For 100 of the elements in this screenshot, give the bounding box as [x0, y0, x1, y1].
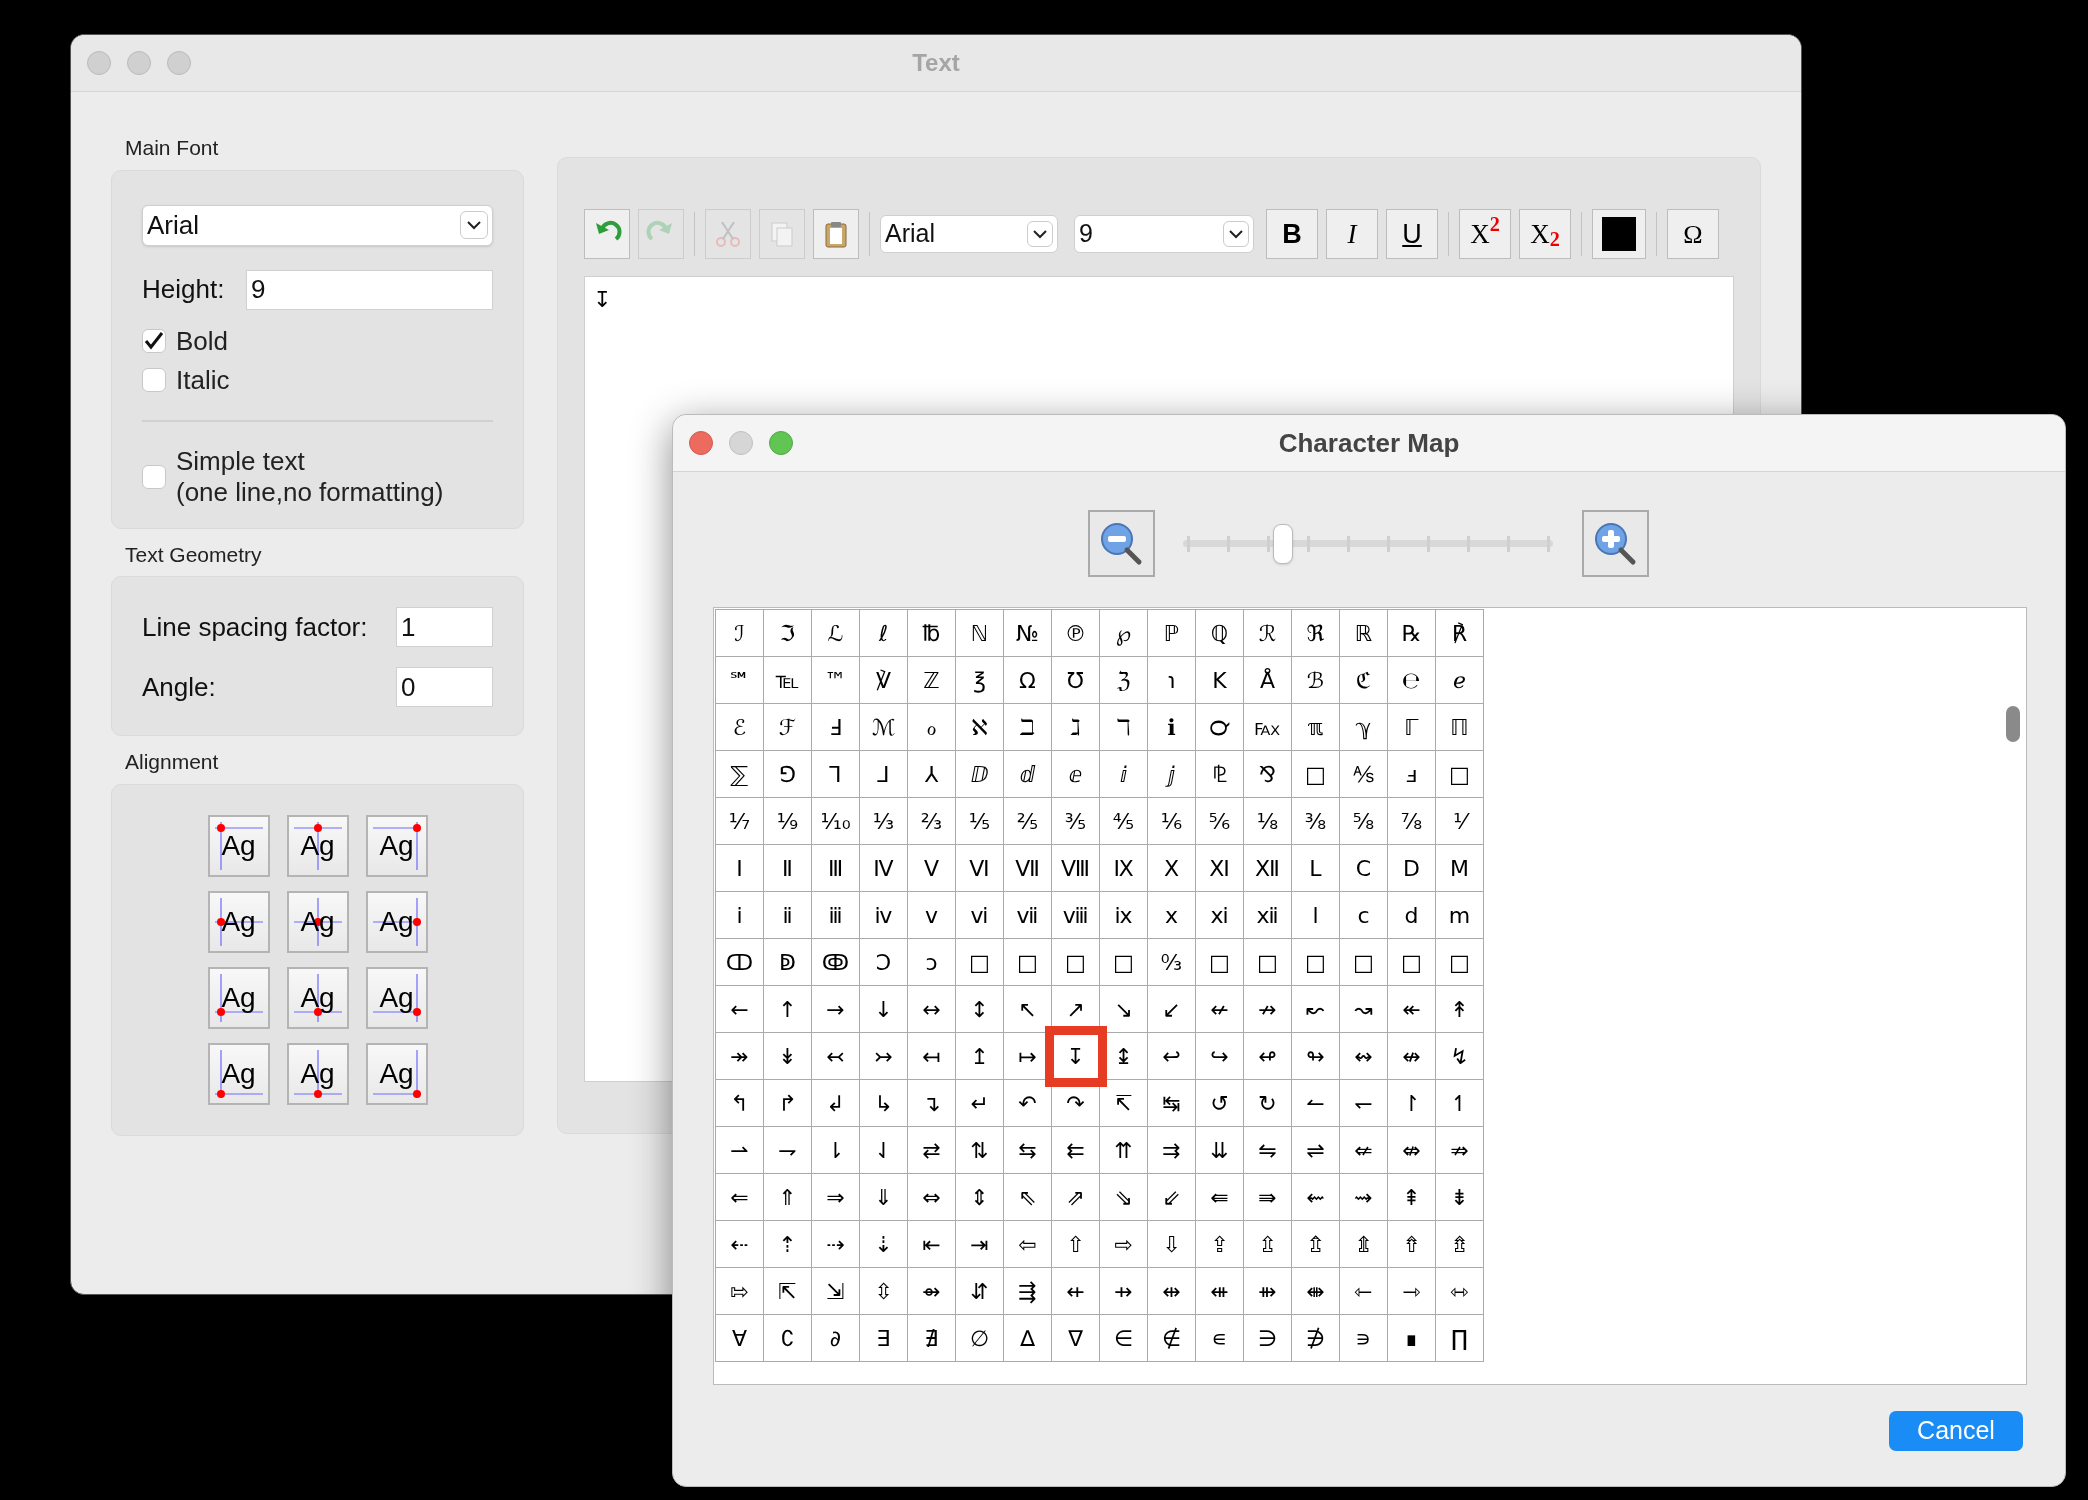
character-cell[interactable]: ℰ: [716, 704, 764, 751]
character-cell[interactable]: ℸ: [1100, 704, 1148, 751]
character-cell[interactable]: ↱: [764, 1080, 812, 1127]
character-cell[interactable]: ℐ: [716, 610, 764, 657]
character-cell[interactable]: ↜: [1292, 986, 1340, 1033]
checkbox[interactable]: [142, 368, 166, 392]
character-cell[interactable]: Ⅲ: [812, 845, 860, 892]
character-cell[interactable]: □: [1052, 939, 1100, 986]
close-button[interactable]: [87, 51, 111, 75]
character-cell[interactable]: ↸: [1100, 1080, 1148, 1127]
character-cell[interactable]: ⇊: [1196, 1127, 1244, 1174]
character-cell[interactable]: ℙ: [1148, 610, 1196, 657]
character-cell[interactable]: ⇣: [860, 1221, 908, 1268]
character-cell[interactable]: Ⅽ: [1340, 845, 1388, 892]
alignment-button[interactable]: Ag: [286, 966, 349, 1029]
character-cell[interactable]: ⅑: [764, 798, 812, 845]
character-cell[interactable]: ↻: [1244, 1080, 1292, 1127]
character-cell[interactable]: ∏: [1436, 1315, 1484, 1362]
character-cell[interactable]: Ↄ: [860, 939, 908, 986]
character-cell[interactable]: ⇲: [812, 1268, 860, 1315]
character-cell[interactable]: K: [1196, 657, 1244, 704]
character-cell[interactable]: ⅺ: [1196, 892, 1244, 939]
character-cell[interactable]: ⇋: [1244, 1127, 1292, 1174]
character-cell[interactable]: ↭: [1340, 1033, 1388, 1080]
zoom-button[interactable]: [769, 431, 793, 455]
character-cell[interactable]: ℝ: [1340, 610, 1388, 657]
angle-field[interactable]: 0: [396, 667, 493, 707]
character-cell[interactable]: ⇶: [1004, 1268, 1052, 1315]
character-cell[interactable]: ↼: [1292, 1080, 1340, 1127]
character-cell[interactable]: Ⅰ: [716, 845, 764, 892]
character-cell[interactable]: ⇻: [1244, 1268, 1292, 1315]
character-cell[interactable]: ⇇: [1052, 1127, 1100, 1174]
character-cell[interactable]: ⅊: [1196, 751, 1244, 798]
character-cell[interactable]: ⅴ: [908, 892, 956, 939]
character-cell[interactable]: ℳ: [860, 704, 908, 751]
character-cell[interactable]: ℴ: [908, 704, 956, 751]
character-cell[interactable]: ↢: [812, 1033, 860, 1080]
character-cell[interactable]: ™: [812, 657, 860, 704]
character-cell[interactable]: □: [1004, 939, 1052, 986]
character-cell[interactable]: ←: [716, 986, 764, 1033]
character-cell[interactable]: ℹ: [1148, 704, 1196, 751]
character-cell[interactable]: ⇐: [716, 1174, 764, 1221]
character-cell[interactable]: ↠: [716, 1033, 764, 1080]
character-cell[interactable]: ⅁: [764, 751, 812, 798]
character-cell[interactable]: ⇳: [860, 1268, 908, 1315]
character-cell[interactable]: ℕ: [956, 610, 1004, 657]
character-cell[interactable]: ℿ: [1436, 704, 1484, 751]
character-cell[interactable]: ℾ: [1388, 704, 1436, 751]
character-cell[interactable]: ⇷: [1052, 1268, 1100, 1315]
character-cell[interactable]: ⅟: [1436, 798, 1484, 845]
zoom-out-button[interactable]: [1088, 510, 1155, 577]
character-cell[interactable]: ∃: [860, 1315, 908, 1362]
character-cell[interactable]: ∇: [1052, 1315, 1100, 1362]
character-cell[interactable]: ⇜: [1292, 1174, 1340, 1221]
character-cell[interactable]: ↴: [908, 1080, 956, 1127]
character-cell[interactable]: ⇩: [1148, 1221, 1196, 1268]
alignment-button[interactable]: Ag: [286, 814, 349, 877]
slider-thumb[interactable]: [1272, 523, 1293, 564]
size-dropdown[interactable]: 9: [1074, 215, 1254, 253]
character-cell[interactable]: □: [1292, 939, 1340, 986]
script-button[interactable]: X$^{2}$: [1459, 209, 1511, 259]
character-cell[interactable]: ↔: [908, 986, 956, 1033]
character-cell[interactable]: ⇱: [764, 1268, 812, 1315]
character-cell[interactable]: ⇪: [1196, 1221, 1244, 1268]
bold-button[interactable]: B: [1266, 209, 1318, 259]
character-cell[interactable]: ↫: [1244, 1033, 1292, 1080]
character-cell[interactable]: ℷ: [1052, 704, 1100, 751]
character-cell[interactable]: ∎: [1388, 1315, 1436, 1362]
checkbox[interactable]: [142, 464, 166, 489]
character-cell[interactable]: ⅻ: [1244, 892, 1292, 939]
character-cell[interactable]: ⇄: [908, 1127, 956, 1174]
character-cell[interactable]: ⇿: [1436, 1268, 1484, 1315]
underline-button[interactable]: U: [1386, 209, 1438, 259]
character-cell[interactable]: ℡: [764, 657, 812, 704]
character-cell[interactable]: ⇖: [1004, 1174, 1052, 1221]
character-cell[interactable]: Ⅶ: [1004, 845, 1052, 892]
character-cell[interactable]: ↽: [1340, 1080, 1388, 1127]
character-cell[interactable]: ⅰ: [716, 892, 764, 939]
character-cell[interactable]: ↞: [1388, 986, 1436, 1033]
character-cell[interactable]: ⇨: [1100, 1221, 1148, 1268]
character-cell[interactable]: ↮: [1388, 1033, 1436, 1080]
character-cell[interactable]: ⇞: [1388, 1174, 1436, 1221]
character-cell[interactable]: ↯: [1436, 1033, 1484, 1080]
character-cell[interactable]: □: [1292, 751, 1340, 798]
character-cell[interactable]: №: [1004, 610, 1052, 657]
character-cell[interactable]: ⅋: [1244, 751, 1292, 798]
character-cell[interactable]: ℵ: [956, 704, 1004, 751]
symbol-button[interactable]: Ω: [1667, 209, 1719, 259]
character-cell[interactable]: ↡: [764, 1033, 812, 1080]
character-cell[interactable]: ⅒: [812, 798, 860, 845]
character-cell[interactable]: ⇌: [1292, 1127, 1340, 1174]
character-cell[interactable]: ⇡: [764, 1221, 812, 1268]
character-cell[interactable]: Ⅎ: [812, 704, 860, 751]
character-cell[interactable]: □: [1436, 939, 1484, 986]
character-cell[interactable]: ∈: [1100, 1315, 1148, 1362]
character-cell[interactable]: ∍: [1340, 1315, 1388, 1362]
character-cell[interactable]: ⅾ: [1388, 892, 1436, 939]
checkbox[interactable]: [142, 329, 166, 353]
character-cell[interactable]: ℟: [1436, 610, 1484, 657]
character-cell[interactable]: ↬: [1292, 1033, 1340, 1080]
